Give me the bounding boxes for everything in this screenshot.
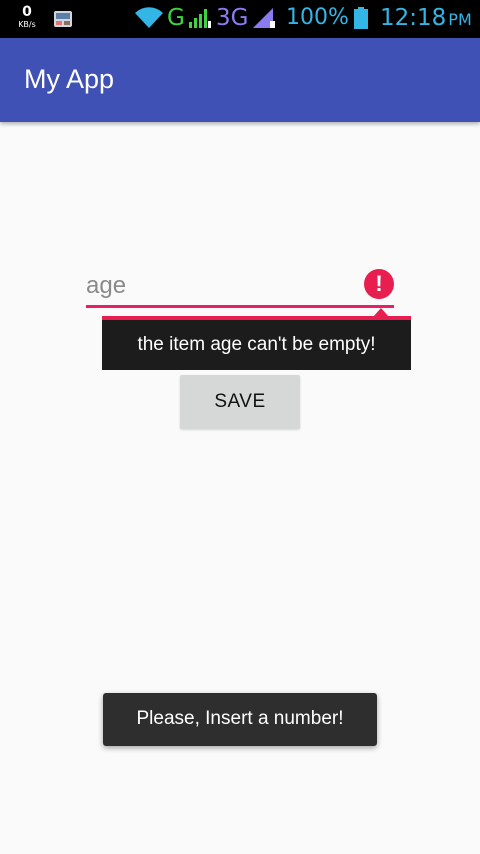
signal-icon-2 — [253, 8, 275, 28]
error-icon[interactable]: ! — [364, 269, 394, 299]
clock: 12:18 PM — [380, 4, 472, 34]
network-speed-unit: KB/s — [18, 20, 36, 29]
clock-time: 12:18 — [380, 5, 447, 31]
toast: Please, Insert a number! — [103, 693, 377, 746]
wifi-icon — [135, 7, 163, 29]
network-type-3g: 3G — [216, 5, 249, 31]
save-button[interactable]: SAVE — [180, 375, 300, 429]
app-notification-icon — [54, 11, 72, 27]
age-input[interactable] — [86, 266, 356, 306]
age-field — [86, 266, 394, 308]
network-speed-value: 0 — [22, 4, 32, 20]
network-speed-indicator: 0 KB/s — [14, 5, 40, 29]
error-popup: the item age can't be empty! — [102, 316, 411, 370]
error-message: the item age can't be empty! — [137, 334, 376, 355]
signal-icon — [189, 9, 211, 28]
age-input-underline — [86, 305, 394, 308]
app-bar: My App — [0, 38, 480, 122]
toast-message: Please, Insert a number! — [136, 708, 344, 729]
network-type-g: G — [167, 5, 185, 31]
clock-ampm: PM — [448, 10, 472, 29]
status-bar: 0 KB/s G 3G 100% 12:18 PM — [0, 0, 480, 38]
app-title: My App — [24, 64, 115, 94]
battery-percent: 100% — [286, 5, 349, 30]
battery-icon — [354, 7, 368, 29]
